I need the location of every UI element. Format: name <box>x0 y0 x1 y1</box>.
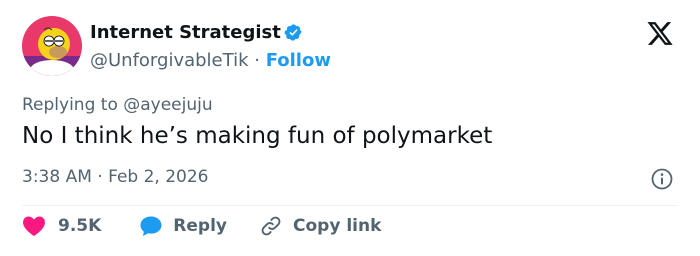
copy-link-label: Copy link <box>293 216 382 236</box>
action-bar: 9.5K Reply Copy link <box>22 214 381 238</box>
like-button[interactable]: 9.5K <box>22 215 101 237</box>
tweet-time: 3:38 AM <box>22 167 92 187</box>
follow-button[interactable]: Follow <box>266 50 331 71</box>
author-handle-row: @UnforgivableTik · Follow <box>90 50 331 71</box>
avatar[interactable] <box>22 16 82 76</box>
heart-icon <box>22 215 46 237</box>
timestamp-separator: · <box>97 167 109 187</box>
tweet-date: Feb 2, 2026 <box>108 167 209 187</box>
display-name[interactable]: Internet Strategist <box>90 22 281 43</box>
replying-to-handle[interactable]: @ayeejuju <box>123 95 212 115</box>
verified-badge-icon <box>284 23 303 42</box>
x-logo-icon[interactable] <box>646 22 674 48</box>
divider <box>22 205 678 206</box>
replying-to-prefix: Replying to <box>22 95 124 115</box>
homer-avatar-image <box>22 16 82 76</box>
handle-separator: · <box>254 50 266 71</box>
link-icon <box>259 214 283 238</box>
tweet-text: No I think he’s making fun of polymarket <box>22 123 493 149</box>
author-name-row: Internet Strategist <box>90 22 303 43</box>
user-handle[interactable]: @UnforgivableTik <box>90 50 249 71</box>
like-count: 9.5K <box>58 216 102 236</box>
speech-bubble-icon <box>139 215 163 237</box>
reply-button[interactable]: Reply <box>139 215 227 237</box>
info-icon[interactable] <box>650 167 674 191</box>
tweet-timestamp[interactable]: 3:38 AM · Feb 2, 2026 <box>22 167 209 187</box>
replying-to-line: Replying to @ayeejuju <box>22 95 213 115</box>
copy-link-button[interactable]: Copy link <box>259 214 381 238</box>
reply-label: Reply <box>173 216 227 236</box>
